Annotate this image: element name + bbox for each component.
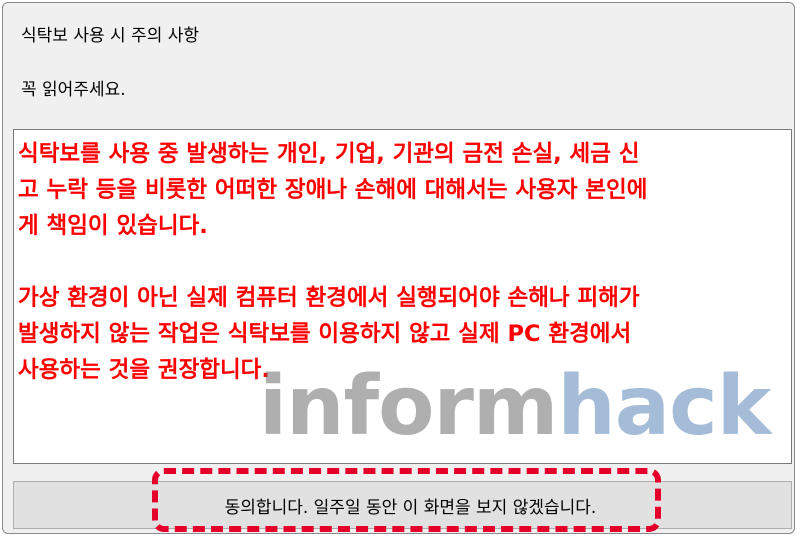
warning-dialog: 식탁보 사용 시 주의 사항 꼭 읽어주세요. 식탁보를 사용 중 발생하는 개… bbox=[2, 2, 795, 534]
notice-line: 발생하지 않는 작업은 식탁보를 이용하지 않고 실제 PC 환경에서 bbox=[18, 321, 632, 347]
notice-spacer bbox=[18, 244, 788, 280]
notice-line: 가상 환경이 아닌 실제 컴퓨터 환경에서 실행되어야 손해나 피해가 bbox=[18, 285, 640, 311]
notice-line: 고 누락 등을 비롯한 어떠한 장애나 손해에 대해서는 사용자 본인에 bbox=[18, 177, 648, 203]
notice-line: 식탁보를 사용 중 발생하는 개인, 기업, 기관의 금전 손실, 세금 신 bbox=[18, 141, 640, 167]
watermark-logo: informhack bbox=[259, 359, 771, 454]
notice-textbox[interactable]: 식탁보를 사용 중 발생하는 개인, 기업, 기관의 금전 손실, 세금 신 고… bbox=[13, 129, 792, 464]
dialog-subtitle: 꼭 읽어주세요. bbox=[21, 80, 126, 100]
dialog-title: 식탁보 사용 시 주의 사항 bbox=[21, 26, 200, 46]
agree-button[interactable]: 동의합니다. 일주일 동안 이 화면을 보지 않겠습니다. bbox=[13, 481, 792, 529]
notice-text: 식탁보를 사용 중 발생하는 개인, 기업, 기관의 금전 손실, 세금 신 고… bbox=[18, 136, 788, 388]
agree-button-label: 동의합니다. 일주일 동안 이 화면을 보지 않겠습니다. bbox=[224, 497, 597, 518]
watermark-part-inform: inform bbox=[259, 359, 558, 454]
notice-line: 게 책임이 있습니다. bbox=[18, 213, 208, 239]
watermark-part-hack: hack bbox=[557, 359, 771, 454]
